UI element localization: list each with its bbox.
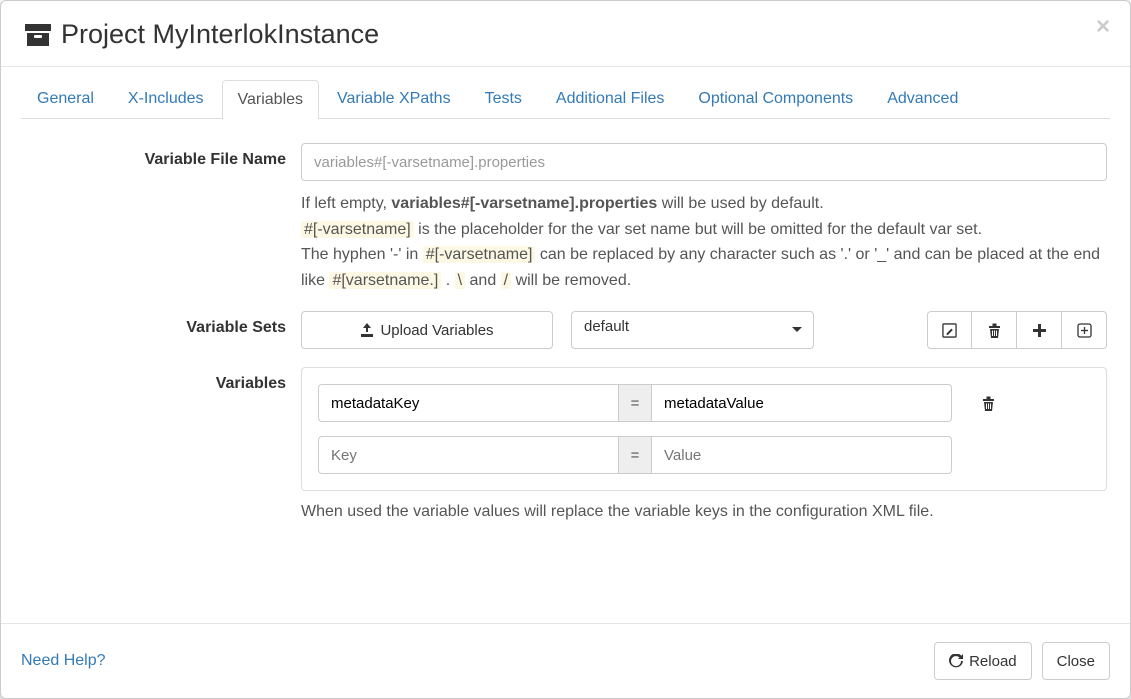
form-body: Variable File Name If left empty, variab… (21, 119, 1110, 549)
tab-optional-components[interactable]: Optional Components (682, 79, 869, 118)
variable-row-new: = (318, 436, 1090, 474)
edit-set-button[interactable] (927, 311, 972, 349)
plus-square-icon (1077, 323, 1092, 338)
file-name-help: If left empty, variables#[-varsetname].p… (301, 191, 1107, 293)
label-variable-sets: Variable Sets (21, 311, 301, 349)
tab-tests[interactable]: Tests (469, 79, 538, 118)
tab-variables[interactable]: Variables (222, 80, 320, 119)
variables-box: = = (301, 367, 1107, 491)
need-help-link[interactable]: Need Help? (21, 652, 106, 670)
project-modal: Project MyInterlokInstance × General X-I… (0, 0, 1131, 699)
archive-icon (25, 24, 51, 46)
variable-value-input[interactable] (652, 384, 952, 422)
delete-set-button[interactable] (972, 311, 1017, 349)
edit-icon (942, 323, 957, 338)
row-variable-sets: Variable Sets Upload Variables default (21, 311, 1110, 349)
modal-header: Project MyInterlokInstance × (1, 1, 1130, 67)
upload-variables-button[interactable]: Upload Variables (301, 311, 553, 349)
variables-footnote: When used the variable values will repla… (301, 503, 1107, 521)
tab-variable-xpaths[interactable]: Variable XPaths (321, 79, 467, 118)
upload-icon (360, 323, 374, 337)
label-variable-file-name: Variable File Name (21, 143, 301, 293)
close-icon[interactable]: × (1096, 15, 1110, 39)
tab-general[interactable]: General (21, 79, 110, 118)
variable-key-input-new[interactable] (318, 436, 618, 474)
tab-additional-files[interactable]: Additional Files (540, 79, 681, 118)
row-variable-file-name: Variable File Name If left empty, variab… (21, 143, 1110, 293)
equals-badge: = (618, 436, 652, 474)
tab-xincludes[interactable]: X-Includes (112, 79, 220, 118)
variable-row: = (318, 384, 1090, 422)
tab-bar: General X-Includes Variables Variable XP… (21, 79, 1110, 119)
trash-icon (982, 396, 995, 411)
modal-footer: Need Help? Reload Close (1, 623, 1130, 698)
tab-advanced[interactable]: Advanced (871, 79, 974, 118)
variable-set-select[interactable]: default (571, 311, 814, 349)
expand-set-button[interactable] (1062, 311, 1107, 349)
label-variables: Variables (21, 367, 301, 521)
variable-file-name-input[interactable] (301, 143, 1107, 181)
close-button[interactable]: Close (1042, 642, 1110, 680)
delete-variable-button[interactable] (982, 396, 995, 411)
equals-badge: = (618, 384, 652, 422)
plus-icon (1033, 324, 1046, 337)
refresh-icon (949, 654, 963, 668)
reload-button[interactable]: Reload (934, 642, 1032, 680)
add-set-button[interactable] (1017, 311, 1062, 349)
variable-value-input-new[interactable] (652, 436, 952, 474)
variable-set-actions (927, 311, 1107, 349)
row-variables: Variables = = (21, 367, 1110, 521)
modal-body: General X-Includes Variables Variable XP… (1, 67, 1130, 623)
variable-key-input[interactable] (318, 384, 618, 422)
trash-icon (988, 323, 1001, 338)
modal-title: Project MyInterlokInstance (61, 19, 379, 50)
